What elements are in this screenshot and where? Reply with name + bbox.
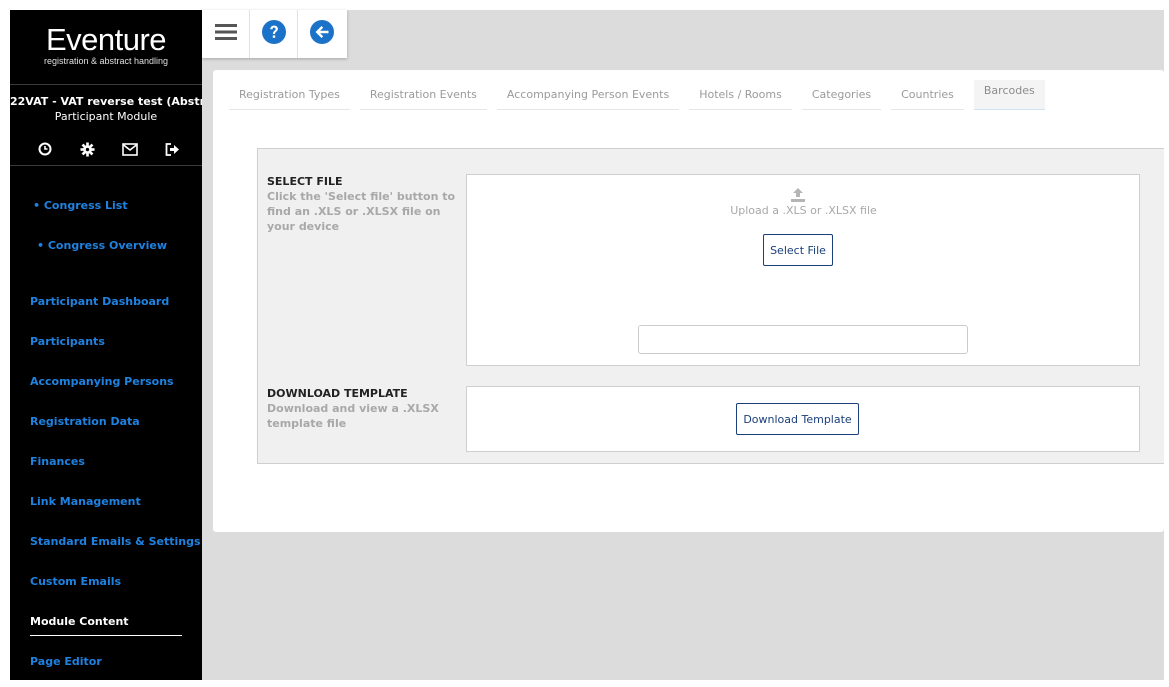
logout-icon[interactable] — [162, 138, 184, 160]
module-name: Participant Module — [54, 110, 158, 123]
hamburger-menu-icon — [214, 23, 237, 45]
module-content-tabs: Registration Types Registration Events A… — [229, 80, 1055, 110]
download-template-box: Download Template — [466, 386, 1140, 452]
clock-icon[interactable] — [34, 138, 56, 160]
tab-registration-types[interactable]: Registration Types — [229, 84, 350, 110]
congress-name: 22VAT - VAT reverse test (Abstract... — [10, 95, 202, 108]
select-file-title: SELECT FILE — [267, 175, 343, 188]
sidebar-item-standard-emails-settings[interactable]: Standard Emails & Settings — [30, 535, 201, 549]
tab-barcodes[interactable]: Barcodes — [973, 80, 1045, 110]
sidebar-item-link-management[interactable]: Link Management — [30, 495, 141, 509]
brand-subtitle: registration & abstract handling — [43, 56, 169, 66]
back-button[interactable] — [298, 10, 346, 58]
sidebar-item-page-editor[interactable]: Page Editor — [30, 655, 102, 669]
tab-accompanying-person-events[interactable]: Accompanying Person Events — [496, 84, 680, 110]
tab-hotels-rooms[interactable]: Hotels / Rooms — [689, 84, 792, 110]
sidebar-item-participant-dashboard[interactable]: Participant Dashboard — [30, 295, 169, 309]
sidebar-item-finances[interactable]: Finances — [30, 455, 85, 469]
tab-countries[interactable]: Countries — [891, 84, 964, 110]
tab-categories[interactable]: Categories — [801, 84, 882, 110]
top-toolbar — [202, 10, 347, 58]
gear-icon[interactable] — [77, 138, 99, 160]
tab-registration-events[interactable]: Registration Events — [359, 84, 487, 110]
content-panel: Registration Types Registration Events A… — [213, 70, 1164, 532]
download-template-button[interactable]: Download Template — [736, 403, 859, 435]
download-template-title: DOWNLOAD TEMPLATE — [267, 387, 408, 400]
sidebar: Eventure registration & abstract handlin… — [10, 10, 202, 680]
upload-hint: Upload a .XLS or .XLSX file — [730, 204, 877, 217]
sidebar-item-accompanying-persons[interactable]: Accompanying Persons — [30, 375, 174, 389]
file-upload-dropzone[interactable]: Upload a .XLS or .XLSX file Select File — [466, 174, 1140, 366]
back-arrow-icon — [310, 20, 334, 48]
brand-logo[interactable]: Eventure registration & abstract handlin… — [10, 22, 202, 67]
upload-icon — [790, 187, 808, 205]
sidebar-divider — [10, 84, 202, 85]
sidebar-item-participants[interactable]: Participants — [30, 335, 105, 349]
selected-file-field[interactable] — [638, 325, 968, 354]
select-file-button[interactable]: Select File — [763, 234, 833, 266]
sidebar-item-congress-list[interactable]: • Congress List — [33, 199, 128, 213]
brand-title: Eventure — [45, 22, 167, 57]
active-item-underline — [30, 635, 182, 636]
select-file-description: Click the 'Select file' button to find a… — [267, 190, 456, 233]
barcode-import-section: SELECT FILE Click the 'Select file' butt… — [257, 148, 1164, 464]
sidebar-item-congress-overview[interactable]: • Congress Overview — [37, 239, 167, 253]
mail-icon[interactable] — [119, 138, 141, 160]
download-template-description: Download and view a .XLSX template file — [267, 402, 439, 430]
sidebar-divider — [10, 165, 202, 166]
sidebar-icon-bar — [34, 138, 184, 160]
sidebar-item-custom-emails[interactable]: Custom Emails — [30, 575, 121, 589]
help-icon — [261, 20, 286, 48]
sidebar-item-registration-data[interactable]: Registration Data — [30, 415, 140, 429]
sidebar-item-module-content[interactable]: Module Content — [30, 615, 129, 629]
menu-toggle-button[interactable] — [202, 10, 250, 58]
help-button[interactable] — [250, 10, 298, 58]
